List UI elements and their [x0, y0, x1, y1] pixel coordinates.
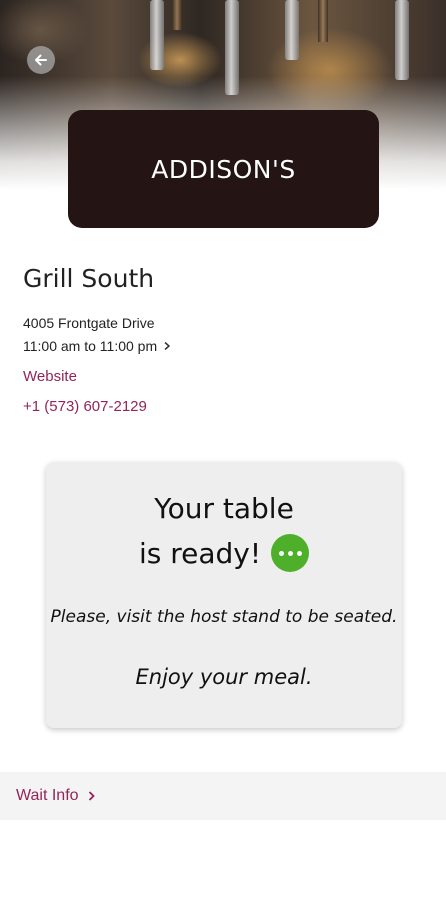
chevron-right-icon	[87, 790, 96, 802]
tap-handle-image	[172, 0, 182, 30]
wait-info-row[interactable]: Wait Info	[0, 772, 446, 820]
arrow-left-icon	[35, 54, 47, 66]
hours-text: 11:00 am to 11:00 pm	[23, 338, 158, 354]
closing-text: Enjoy your meal.	[135, 665, 313, 689]
website-link[interactable]: Website	[23, 368, 77, 385]
restaurant-page: ADDISON'S Grill South 4005 Frontgate Dri…	[0, 0, 446, 900]
phone-link[interactable]: +1 (573) 607-2129	[23, 398, 147, 415]
ellipsis-circle-icon	[271, 534, 310, 572]
beer-tap-image	[285, 0, 299, 60]
beer-tap-image	[395, 0, 409, 80]
wait-info-label: Wait Info	[16, 787, 79, 804]
chevron-right-icon	[164, 341, 171, 351]
table-ready-card: Your table is ready! Please, visit the h…	[46, 462, 402, 728]
status-title-line2: is ready!	[138, 536, 262, 570]
back-button[interactable]	[27, 46, 55, 74]
beer-tap-image	[150, 0, 164, 70]
address-text: 4005 Frontgate Drive	[23, 315, 155, 331]
location-name: Grill South	[23, 264, 155, 293]
instruction-text: Please, visit the host stand to be seate…	[50, 607, 398, 627]
hours-row[interactable]: 11:00 am to 11:00 pm	[23, 338, 171, 354]
status-title-line1: Your table	[154, 492, 294, 525]
beer-tap-image	[225, 0, 239, 95]
brand-name: ADDISON'S	[151, 154, 296, 184]
tap-handle-image	[318, 0, 328, 42]
status-title-line2-row: is ready!	[46, 534, 402, 572]
brand-logo-card: ADDISON'S	[68, 110, 379, 228]
